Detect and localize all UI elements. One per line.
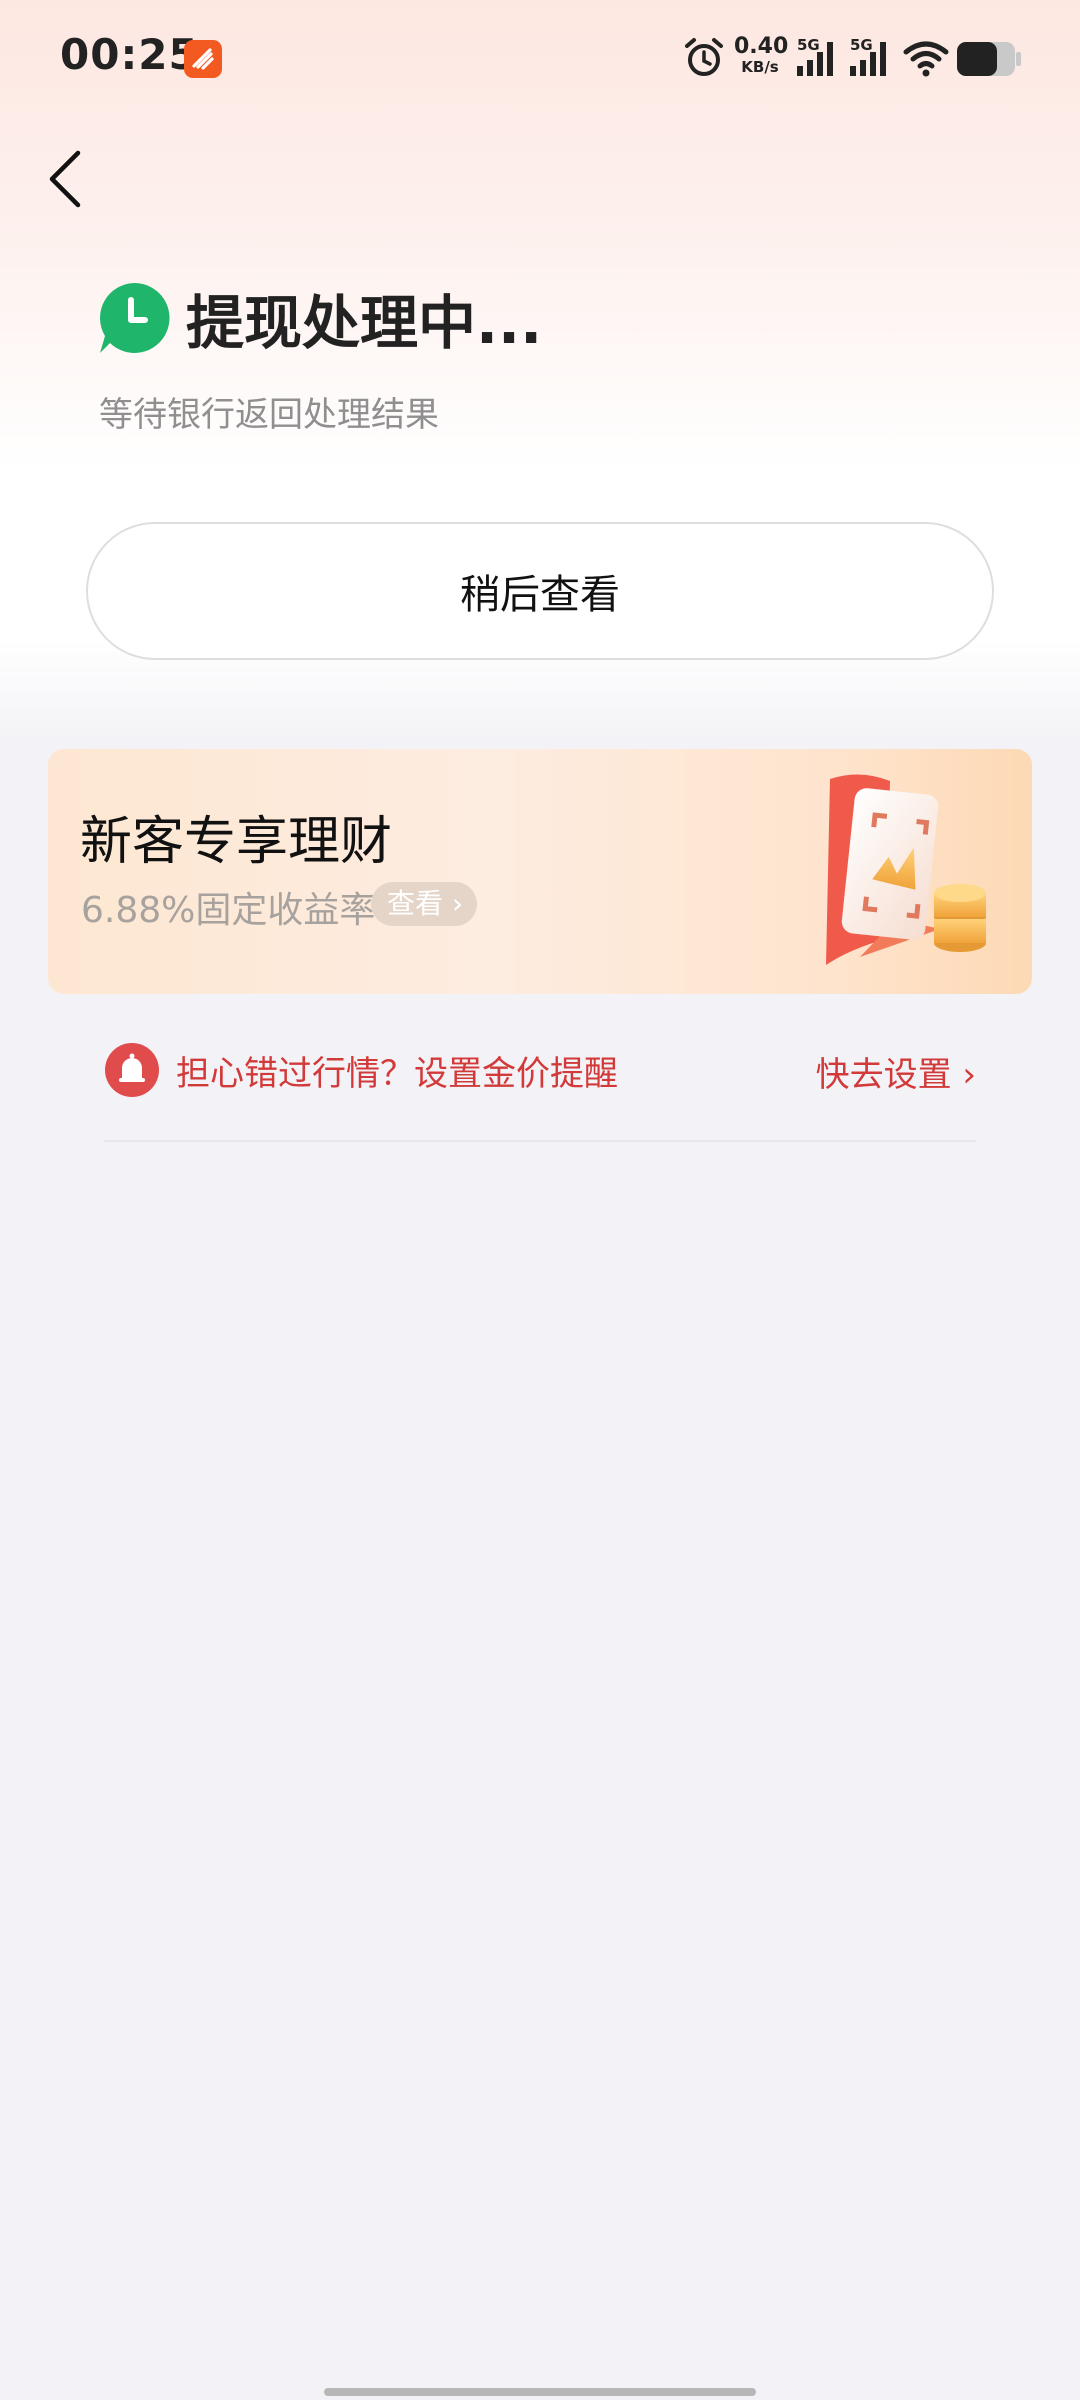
- back-button[interactable]: [40, 145, 96, 213]
- promo-view-label: 查看: [387, 887, 444, 920]
- battery-icon: [956, 41, 1022, 81]
- signal-label: 5G: [850, 36, 873, 54]
- divider: [104, 1140, 976, 1142]
- promo-rate: 6.88%固定收益率: [81, 890, 376, 931]
- network-speed: 0.40 KB/s: [734, 34, 789, 76]
- price-alert-row: 担心错过行情？设置金价提醒 快去设置 ›: [104, 1040, 976, 1100]
- network-speed-unit: KB/s: [741, 58, 779, 76]
- set-alert-link[interactable]: 快去设置 ›: [816, 1047, 976, 1096]
- signal-icon: 5G: [795, 36, 839, 82]
- signal-label: 5G: [797, 36, 820, 54]
- network-speed-value: 0.40: [734, 34, 789, 59]
- promo-card[interactable]: 新客专享理财 6.88%固定收益率 查看 ›: [48, 749, 1032, 994]
- promo-view-button[interactable]: 查看 ›: [371, 882, 478, 926]
- view-later-button[interactable]: 稍后查看: [86, 522, 994, 660]
- chevron-left-icon: [49, 150, 81, 208]
- alarm-icon: [682, 36, 726, 84]
- signal-icon: 5G: [848, 36, 892, 82]
- bell-icon: [104, 1042, 160, 1098]
- price-alert-text: 担心错过行情？设置金价提醒: [176, 1054, 618, 1094]
- home-indicator[interactable]: [324, 2388, 756, 2396]
- status-time: 00:25: [60, 30, 199, 79]
- page-title: 提现处理中...: [186, 289, 543, 357]
- page-subtitle: 等待银行返回处理结果: [99, 395, 439, 435]
- chevron-right-icon: ›: [451, 887, 464, 920]
- clock-icon: [97, 280, 173, 356]
- finance-document-illustration: [800, 769, 1020, 983]
- app-notification-icon: [184, 40, 222, 78]
- status-bar: 00:25 0.40 KB/s 5G 5G: [0, 0, 1080, 120]
- promo-title: 新客专享理财: [80, 812, 393, 872]
- wifi-icon: [902, 38, 950, 82]
